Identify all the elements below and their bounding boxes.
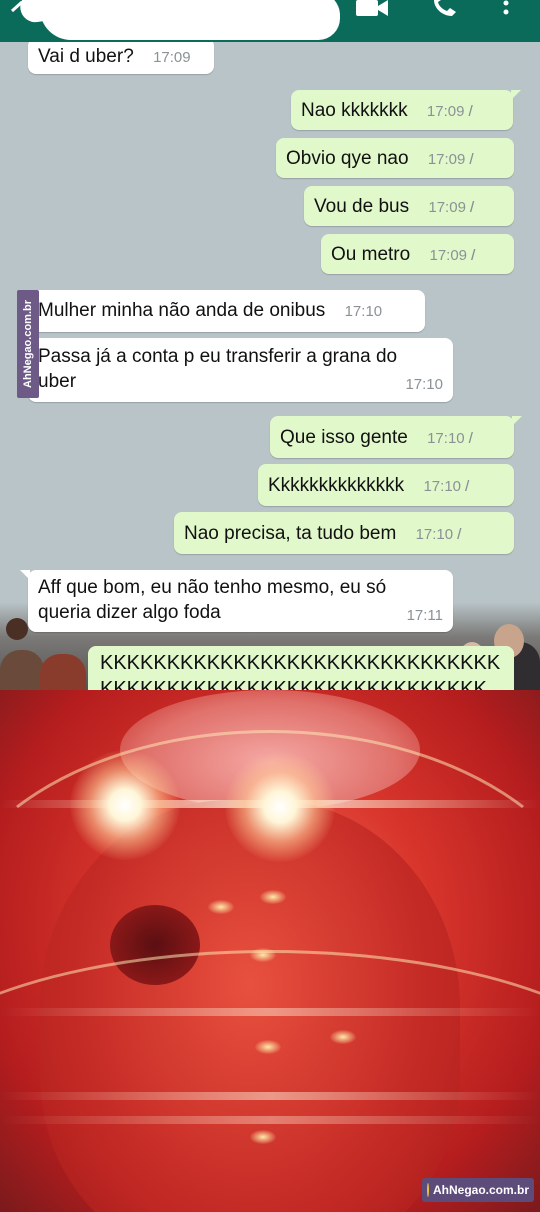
message-text: Obvio qye nao: [286, 148, 409, 169]
site-watermark: AhNegao.com.br: [17, 290, 39, 398]
message-outgoing[interactable]: Ou metro 17:09//: [321, 234, 514, 274]
message-text: Mulher minha não anda de onibus: [38, 300, 326, 321]
meme-image-glowing-eyes: [0, 690, 540, 1212]
message-outgoing[interactable]: Obvio qye nao 17:09//: [276, 138, 514, 178]
message-meta: 17:10//: [423, 474, 469, 499]
back-arrow-icon[interactable]: [6, 0, 28, 22]
message-outgoing[interactable]: Vou de bus 17:09//: [304, 186, 514, 226]
message-time: 17:10: [405, 376, 443, 393]
message-text: Que isso gente: [280, 427, 408, 448]
typing-status: digitando...: [106, 6, 195, 26]
message-time: 17:10: [415, 526, 454, 543]
message-meta: 17:09//: [428, 195, 474, 220]
message-text: Vai d uber?: [38, 46, 134, 67]
site-logo-icon: [427, 1183, 429, 1197]
site-logo-badge: AhNegao.com.br: [422, 1178, 534, 1202]
message-time: 17:10: [344, 303, 383, 320]
message-incoming[interactable]: Mulher minha não anda de onibus 17:10: [20, 290, 425, 332]
message-meta: 17:09//: [427, 147, 474, 172]
message-time: 17:09: [426, 103, 465, 120]
message-time: 17:09: [429, 247, 468, 264]
message-outgoing[interactable]: KKKKKKKKKKKKKKKKKKKKKKKKKKKKKK KKKKKKKKK…: [88, 646, 514, 690]
message-outgoing[interactable]: Kkkkkkkkkkkkkk 17:10//: [258, 464, 514, 506]
message-meta: 17:10//: [415, 522, 462, 547]
message-text: Nao kkkkkkk: [301, 100, 408, 121]
message-time: 17:09: [427, 151, 466, 168]
message-meta: 17:09//: [426, 99, 473, 124]
message-outgoing[interactable]: Nao precisa, ta tudo bem 17:10//: [174, 512, 514, 554]
message-text: Nao precisa, ta tudo bem: [184, 523, 397, 544]
message-time: 17:09: [428, 199, 466, 216]
message-incoming[interactable]: Aff que bom, eu não tenho mesmo, eu só q…: [20, 570, 453, 632]
glowing-eye-right: [225, 752, 335, 862]
message-time: 17:10: [427, 430, 465, 447]
site-logo-text: AhNegao.com.br: [432, 1183, 529, 1197]
message-incoming[interactable]: Vai d uber? 17:09: [28, 42, 214, 74]
message-meta: 17:10//: [427, 426, 473, 451]
video-call-icon[interactable]: [354, 0, 390, 18]
message-text: Ou metro: [331, 244, 411, 265]
menu-dots-icon[interactable]: [500, 0, 512, 18]
phone-icon[interactable]: [430, 0, 458, 18]
message-incoming[interactable]: Passa já a conta p eu transferir a grana…: [28, 338, 453, 402]
message-meta: 17:09//: [429, 243, 475, 268]
message-text: Kkkkkkkkkkkkkk: [268, 475, 405, 496]
message-text: KKKKKKKKKKKKKKKKKKKKKKKKKKKKKK KKKKKKKKK…: [100, 652, 501, 690]
message-outgoing[interactable]: Nao kkkkkkk 17:09//: [291, 90, 521, 130]
message-text: Vou de bus: [314, 196, 410, 217]
glowing-eye-left: [70, 750, 180, 860]
chat-header: digitando...: [0, 0, 540, 42]
message-time: 17:09: [153, 49, 191, 66]
message-outgoing[interactable]: Que isso gente 17:10//: [270, 416, 522, 458]
message-time: 17:10: [423, 478, 462, 495]
chat-area: Vai d uber? 17:09 Nao kkkkkkk 17:09// Ob…: [0, 42, 540, 690]
